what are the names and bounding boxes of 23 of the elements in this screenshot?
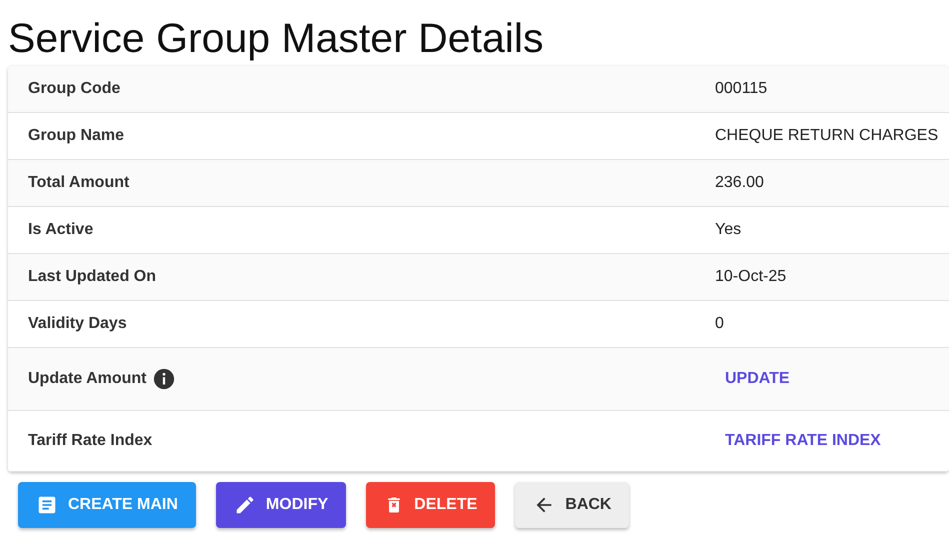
page-title: Service Group Master Details — [8, 14, 544, 63]
field-label: Update Amount — [28, 370, 147, 388]
field-value: 236.00 — [714, 174, 765, 192]
link-button[interactable]: TARIFF RATE INDEX — [705, 426, 901, 456]
back-button[interactable]: BACK — [515, 482, 630, 528]
delete-button[interactable]: DELETE — [366, 482, 496, 528]
field-label: Total Amount — [28, 174, 130, 192]
document-icon — [36, 494, 58, 516]
field-value: CHEQUE RETURN CHARGES — [714, 127, 940, 145]
field-label: Last Updated On — [28, 268, 156, 286]
field-label: Group Code — [28, 80, 120, 98]
modify-button[interactable]: MODIFY — [216, 482, 346, 528]
field-value: Yes — [714, 221, 742, 239]
field-value: 0 — [714, 315, 725, 333]
link-button[interactable]: UPDATE — [705, 364, 810, 394]
field-label: Validity Days — [28, 315, 127, 333]
field-label: Tariff Rate Index — [28, 432, 152, 450]
info-icon[interactable] — [152, 368, 175, 390]
field-label: Group Name — [28, 127, 124, 145]
field-label: Is Active — [28, 221, 94, 239]
create-button[interactable]: CREATE MAIN — [18, 482, 196, 528]
field-value: 000115 — [714, 80, 768, 98]
field-value: 10-Oct-25 — [714, 268, 788, 286]
